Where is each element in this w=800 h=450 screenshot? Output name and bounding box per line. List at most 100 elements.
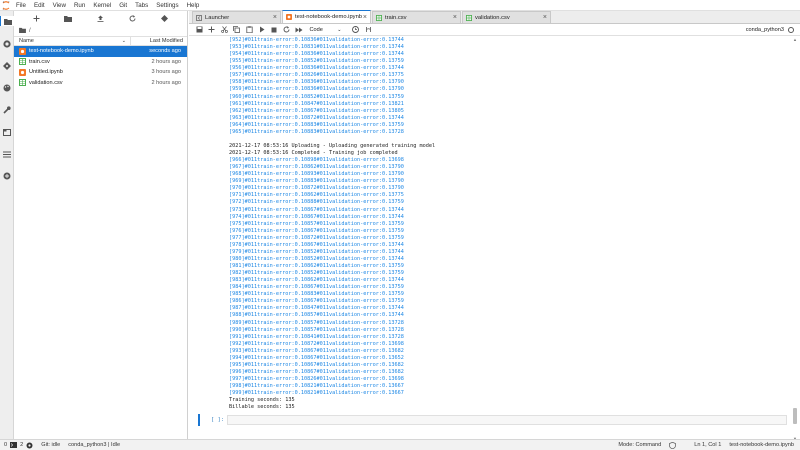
file-row[interactable]: test-notebook-demo.ipynb seconds ago bbox=[14, 46, 187, 57]
cursor-position[interactable]: Ln 1, Col 1 bbox=[680, 442, 725, 448]
upload-icon[interactable] bbox=[95, 13, 105, 23]
breadcrumb-path[interactable]: / bbox=[29, 28, 31, 34]
tab-validation-csv[interactable]: validation.csv × bbox=[462, 11, 551, 23]
terminals-count: 0 bbox=[4, 442, 8, 448]
git-status[interactable]: Git: idle bbox=[37, 442, 64, 448]
kernel-status-icon bbox=[788, 26, 794, 33]
git-clone-icon[interactable] bbox=[160, 13, 170, 23]
output-line: [977]#011train-error:0.10872#011validati… bbox=[229, 234, 404, 241]
csv-icon bbox=[19, 79, 26, 87]
folder-icon[interactable] bbox=[0, 16, 14, 26]
close-icon[interactable]: × bbox=[543, 14, 547, 21]
modified-column-header[interactable]: Last Modified bbox=[131, 38, 187, 44]
output-line: [969]#011train-error:0.10883#011validati… bbox=[229, 178, 404, 185]
input-cell[interactable]: [ ]: bbox=[198, 414, 787, 426]
file-modified: 3 hours ago bbox=[151, 69, 181, 76]
output-line: [992]#011train-error:0.10872#011validati… bbox=[229, 340, 404, 347]
copy-icon[interactable] bbox=[231, 25, 244, 35]
file-browser: / Name ⌄ Last Modified test-notebook-dem… bbox=[14, 11, 188, 439]
output-line: [955]#011train-error:0.10852#011validati… bbox=[229, 58, 404, 65]
output-line: [968]#011train-error:0.10893#011validati… bbox=[229, 171, 404, 178]
menu-edit[interactable]: Edit bbox=[30, 0, 49, 11]
close-icon[interactable]: × bbox=[363, 14, 367, 21]
add-cell-icon[interactable] bbox=[206, 25, 219, 35]
terminals-status[interactable]: 0 2 bbox=[0, 442, 37, 449]
tab-label: validation.csv bbox=[475, 14, 510, 21]
launcher-icon bbox=[196, 14, 202, 21]
output-line: [981]#011train-error:0.10862#011validati… bbox=[229, 263, 404, 269]
close-icon[interactable]: × bbox=[453, 14, 457, 21]
trust-icon[interactable] bbox=[665, 441, 680, 449]
output-line: [973]#011train-error:0.10867#011validati… bbox=[229, 206, 404, 213]
output-line: [974]#011train-error:0.10867#011validati… bbox=[229, 213, 404, 220]
menu-settings[interactable]: Settings bbox=[152, 0, 182, 11]
scroll-up-icon[interactable]: ▲ bbox=[793, 37, 797, 42]
output-line: [999]#011train-error:0.10821#011validati… bbox=[229, 390, 404, 397]
paste-icon[interactable] bbox=[243, 25, 256, 35]
menu-tabs[interactable]: Tabs bbox=[131, 0, 152, 11]
name-header-label: Name bbox=[19, 38, 34, 44]
tab-notebook[interactable]: test-notebook-demo.ipynb × bbox=[282, 10, 371, 23]
wrench-icon[interactable] bbox=[2, 105, 12, 115]
save-icon[interactable] bbox=[193, 25, 206, 35]
tab-label: train.csv bbox=[385, 14, 407, 21]
menu-help[interactable]: Help bbox=[183, 0, 204, 11]
clock-icon[interactable] bbox=[350, 25, 363, 35]
tab-label: test-notebook-demo.ipynb bbox=[295, 14, 363, 20]
output-line: [967]#011train-error:0.10862#011validati… bbox=[229, 164, 404, 171]
tab-train-csv[interactable]: train.csv × bbox=[372, 11, 461, 23]
menu-git[interactable]: Git bbox=[115, 0, 131, 11]
git-diff-icon[interactable] bbox=[362, 25, 375, 35]
notebook-toolbar: Code ⌄ conda_python3 bbox=[189, 24, 800, 36]
menu-kernel[interactable]: Kernel bbox=[89, 0, 115, 11]
stop-icon[interactable] bbox=[268, 25, 281, 35]
output-line: [965]#011train-error:0.10883#011validati… bbox=[229, 128, 404, 135]
toc-icon[interactable] bbox=[2, 149, 12, 159]
chevron-down-icon: ⌄ bbox=[121, 38, 126, 44]
running-icon[interactable] bbox=[2, 39, 12, 49]
file-modified: 2 hours ago bbox=[151, 79, 181, 86]
scroll-thumb[interactable] bbox=[793, 408, 797, 424]
tabs-icon[interactable] bbox=[2, 127, 12, 137]
cell-type-select[interactable]: Code ⌄ bbox=[310, 27, 344, 33]
output-line: [997]#011train-error:0.10826#011validati… bbox=[229, 376, 404, 382]
file-row[interactable]: train.csv 2 hours ago bbox=[14, 57, 187, 68]
kernel-status[interactable]: conda_python3 | Idle bbox=[64, 442, 124, 448]
output-line: Billable seconds: 135 bbox=[229, 404, 295, 411]
menu-bar: File Edit View Run Kernel Git Tabs Setti… bbox=[0, 0, 800, 11]
menu-file[interactable]: File bbox=[12, 0, 30, 11]
output-line: [982]#011train-error:0.10852#011validati… bbox=[229, 270, 404, 277]
fast-forward-icon[interactable] bbox=[293, 25, 306, 35]
output-line: [957]#011train-error:0.10826#011validati… bbox=[229, 72, 404, 79]
refresh-icon[interactable] bbox=[128, 13, 138, 23]
output-line: [994]#011train-error:0.10867#011validati… bbox=[229, 354, 404, 361]
file-row[interactable]: Untitled.ipynb 3 hours ago bbox=[14, 67, 187, 78]
file-list-header: Name ⌄ Last Modified bbox=[14, 36, 187, 46]
name-column-header[interactable]: Name ⌄ bbox=[14, 37, 131, 45]
menu-run[interactable]: Run bbox=[70, 0, 89, 11]
git-icon[interactable] bbox=[2, 61, 12, 71]
output-line: [988]#011train-error:0.10857#011validati… bbox=[229, 312, 404, 319]
tab-launcher[interactable]: Launcher × bbox=[192, 11, 281, 23]
output-line: [987]#011train-error:0.10847#011validati… bbox=[229, 305, 404, 312]
output-line: [966]#011train-error:0.10898#011validati… bbox=[229, 157, 404, 164]
kernel-indicator[interactable]: conda_python3 bbox=[746, 26, 800, 33]
new-folder-icon[interactable] bbox=[63, 13, 73, 23]
cut-icon[interactable] bbox=[218, 25, 231, 35]
notebook-icon bbox=[19, 47, 26, 55]
main-area: Launcher × test-notebook-demo.ipynb × tr… bbox=[189, 10, 800, 441]
scrollbar[interactable]: ▲ ▼ bbox=[793, 37, 797, 441]
file-row[interactable]: validation.csv 2 hours ago bbox=[14, 78, 187, 89]
close-icon[interactable]: × bbox=[273, 14, 277, 21]
new-launcher-icon[interactable] bbox=[31, 13, 41, 23]
menu-view[interactable]: View bbox=[49, 0, 70, 11]
code-editor[interactable] bbox=[227, 415, 787, 425]
chevron-down-icon: ⌄ bbox=[337, 26, 342, 33]
home-folder-icon[interactable] bbox=[19, 27, 26, 35]
palette-icon[interactable] bbox=[2, 83, 12, 93]
extension-icon[interactable] bbox=[2, 171, 12, 181]
csv-icon bbox=[466, 14, 472, 21]
run-icon[interactable] bbox=[256, 25, 269, 35]
restart-icon[interactable] bbox=[281, 25, 294, 35]
